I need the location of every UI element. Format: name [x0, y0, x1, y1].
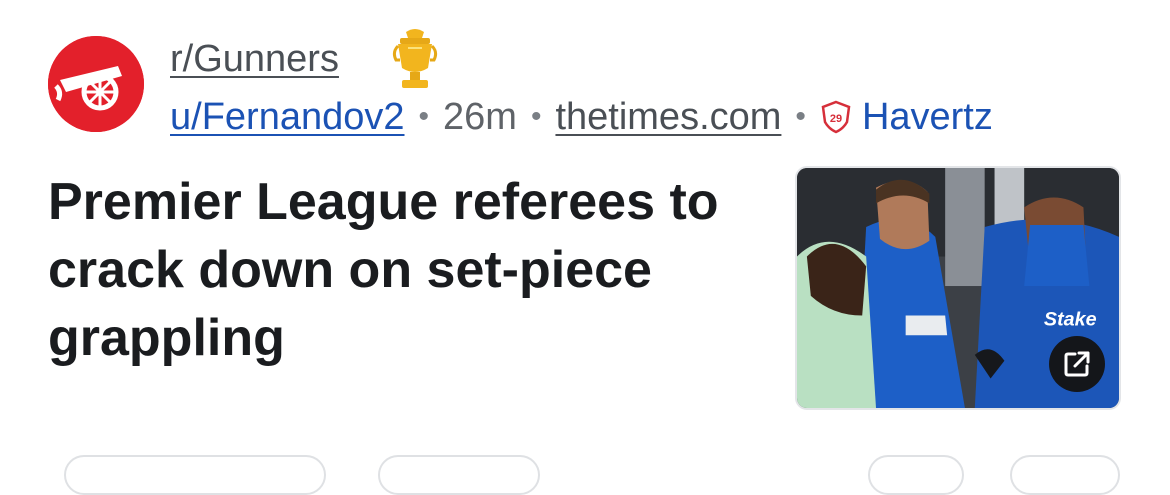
shield-29-icon: 29 [821, 100, 851, 134]
share-button[interactable] [1010, 455, 1120, 495]
post-thumbnail[interactable]: Stake [795, 166, 1121, 410]
separator-dot: • [418, 100, 430, 133]
post-title[interactable]: Premier League referees to crack down on… [48, 168, 748, 372]
separator-dot: • [795, 100, 806, 133]
premier-league-trophy-icon [392, 29, 438, 88]
post-time: 26m [443, 95, 517, 138]
external-link-icon [1064, 351, 1090, 377]
user-flair[interactable]: 29 Havertz [820, 96, 993, 139]
arsenal-cannon-icon [48, 36, 144, 132]
domain-link[interactable]: thetimes.com [555, 96, 781, 139]
svg-text:Stake: Stake [1044, 308, 1097, 330]
author-link[interactable]: u/Fernandov2 [170, 96, 405, 139]
subreddit-avatar[interactable] [48, 36, 144, 132]
post-meta: u/Fernandov2 • 26m • thetimes.com • 29 H… [170, 94, 993, 140]
award-button[interactable] [868, 455, 964, 495]
external-link-button[interactable] [1049, 336, 1105, 392]
vote-bar-button[interactable] [64, 455, 326, 495]
flair-number: 29 [830, 113, 842, 125]
comments-button[interactable] [378, 455, 540, 495]
separator-dot: • [530, 100, 542, 133]
subreddit-link[interactable]: r/Gunners [170, 38, 339, 81]
flair-name: Havertz [861, 95, 993, 138]
